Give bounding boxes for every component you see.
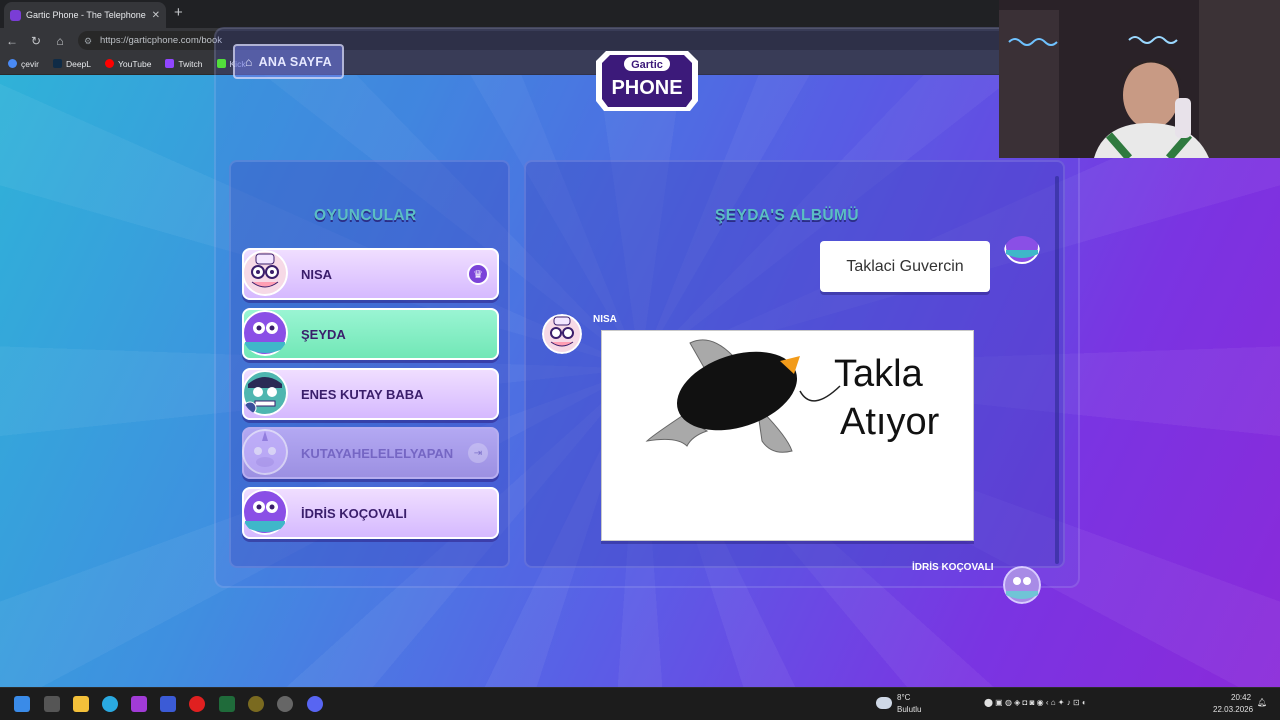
- windows-taskbar: 8°C Bulutlu ⬤ ▣ ◍ ◈ ◘ ◙ ◉ ‹ ⌂ ✦ ♪ ⊡ ◐ 20…: [0, 687, 1280, 720]
- prompt-bubble: Taklaci Guvercin: [820, 241, 990, 292]
- app-icon[interactable]: [160, 696, 176, 712]
- logo-top-text: Gartic: [631, 59, 663, 71]
- player-avatar: [242, 370, 288, 416]
- left-game-icon: ⇥: [468, 443, 488, 463]
- player-name: İDRİS KOÇOVALI: [301, 505, 407, 521]
- home-icon[interactable]: ⌂: [48, 34, 72, 48]
- tab-title: Gartic Phone - The Telephone Gam: [26, 10, 148, 20]
- bookmark-cevir[interactable]: çevir: [8, 59, 39, 69]
- drawing-canvas: Takla Atıyor: [601, 330, 974, 541]
- youtube-icon[interactable]: [189, 696, 205, 712]
- task-view-icon[interactable]: [44, 696, 60, 712]
- drawing-author-name: NISA: [593, 314, 617, 325]
- pigeon-drawing: Takla Atıyor: [645, 339, 940, 453]
- next-author-name: İDRİS KOÇOVALI: [912, 562, 994, 573]
- drawing-text-line2: Atıyor: [840, 401, 940, 443]
- bookmark-twitch[interactable]: Twitch: [165, 58, 203, 69]
- next-author-avatar: [1003, 566, 1041, 604]
- album-scrollbar[interactable]: [1055, 176, 1059, 564]
- clock-time: 20:42: [1231, 693, 1252, 702]
- player-avatar: [242, 250, 288, 296]
- bookmark-label: çevir: [21, 58, 39, 69]
- player-row-kutayahelelelyapan[interactable]: KUTAYAHELELELYAPAN ⇥: [242, 427, 499, 479]
- start-icon[interactable]: [14, 696, 30, 712]
- weather-temp: 8°C: [897, 693, 911, 702]
- player-avatar: [242, 489, 288, 535]
- reload-icon[interactable]: ↻: [24, 34, 48, 48]
- google-translate-icon: [8, 59, 17, 68]
- player-avatar: [242, 310, 288, 356]
- back-icon[interactable]: ←: [0, 34, 24, 48]
- bookmark-label: YouTube: [118, 58, 152, 69]
- app-icon[interactable]: [248, 696, 264, 712]
- home-button[interactable]: ⌂ ANA SAYFA: [233, 44, 344, 79]
- bookmark-youtube[interactable]: YouTube: [105, 59, 151, 69]
- chrome-icon[interactable]: [102, 696, 118, 712]
- site-info-icon[interactable]: ⚙: [84, 36, 94, 46]
- player-row-nisa[interactable]: NISA ♛: [242, 248, 499, 300]
- drawing-author-avatar: [542, 314, 582, 354]
- discord-icon[interactable]: [307, 696, 323, 712]
- webcam-feed: [999, 0, 1280, 158]
- house-icon: ⌂: [245, 54, 253, 69]
- home-button-label: ANA SAYFA: [258, 54, 332, 69]
- host-crown-icon: ♛: [467, 263, 489, 285]
- url-text: https://garticphone.com/book: [100, 35, 222, 46]
- tab-close-icon[interactable]: ✕: [152, 10, 160, 21]
- webcam-overlay: [999, 0, 1280, 158]
- weather-desc: Bulutlu: [897, 705, 922, 714]
- new-tab-button[interactable]: +: [174, 5, 183, 20]
- gartic-phone-logo: Gartic PHONE: [596, 51, 698, 111]
- drawing-text-line1: Takla: [834, 353, 924, 395]
- player-name: KUTAYAHELELELYAPAN: [301, 445, 454, 461]
- bookmark-label: Twitch: [178, 58, 203, 69]
- clock-date: 22.03.2026: [1213, 705, 1254, 714]
- deepl-icon: [52, 59, 62, 68]
- bookmark-label: DeepL: [65, 58, 92, 69]
- player-row-enes[interactable]: ENES KUTAY BABA: [242, 368, 499, 420]
- player-row-idris[interactable]: İDRİS KOÇOVALI: [242, 487, 499, 539]
- bookmark-deepl[interactable]: DeepL: [52, 58, 92, 69]
- player-name: ENES KUTAY BABA: [301, 386, 424, 402]
- terminal-icon[interactable]: [219, 696, 235, 712]
- prompt-author-avatar: [1004, 236, 1040, 264]
- player-row-seyda[interactable]: ŞEYDA: [242, 308, 499, 360]
- browser-tab[interactable]: Gartic Phone - The Telephone Gam ✕: [4, 2, 166, 28]
- notification-bell-icon[interactable]: 🔔︎: [1257, 698, 1267, 707]
- player-avatar: [242, 429, 288, 475]
- twitch-icon: [165, 59, 175, 68]
- player-name: ŞEYDA: [301, 326, 346, 342]
- tray-icons[interactable]: ⬤ ▣ ◍ ◈ ◘ ◙ ◉ ‹ ⌂ ✦ ♪ ⊡ ◐: [984, 698, 1087, 707]
- logo-bottom-text: PHONE: [611, 77, 682, 99]
- player-name: NISA: [301, 266, 333, 282]
- youtube-icon: [105, 59, 115, 68]
- app-icon[interactable]: [131, 696, 147, 712]
- settings-icon[interactable]: [277, 696, 293, 712]
- gartic-favicon-icon: [10, 9, 21, 21]
- file-explorer-icon[interactable]: [73, 696, 89, 712]
- cloud-icon: [876, 697, 892, 709]
